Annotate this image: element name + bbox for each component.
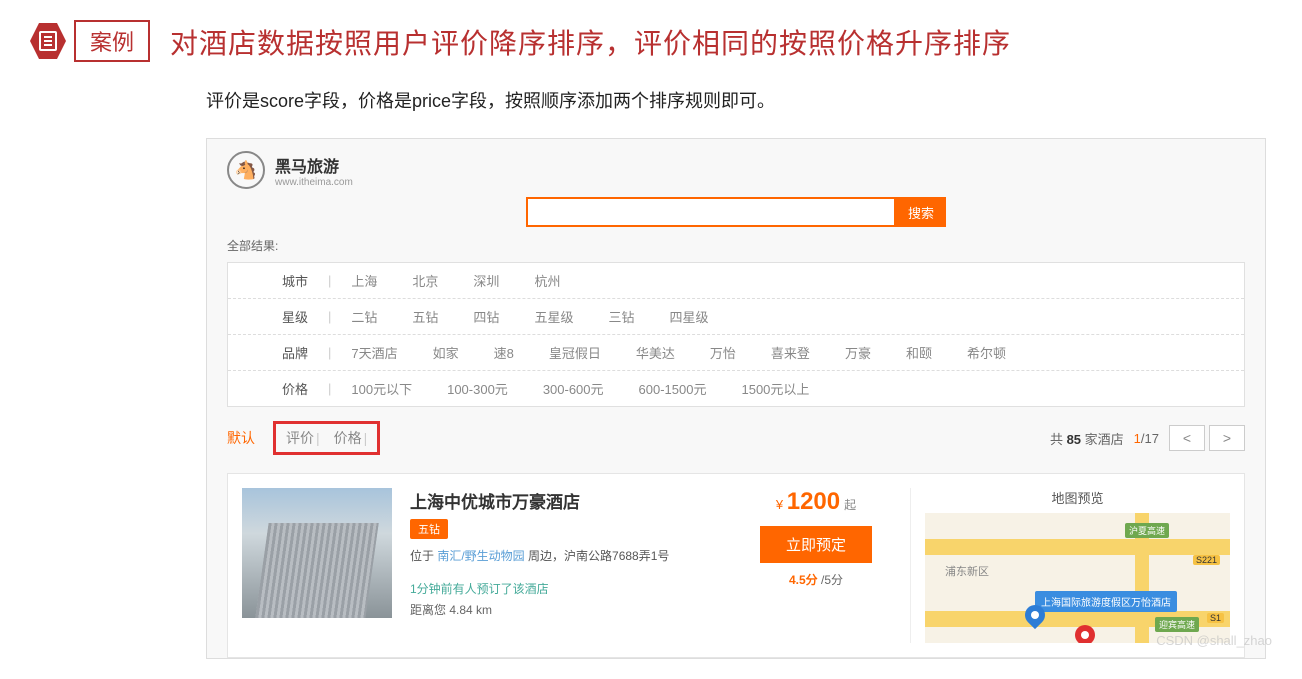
book-button[interactable]: 立即预定 — [760, 526, 872, 563]
filter-brand-item[interactable]: 万豪 — [845, 343, 871, 362]
filter-star-item[interactable]: 三钻 — [608, 307, 634, 326]
filter-star-label: 星级 — [228, 307, 328, 326]
page-title: 对酒店数据按照用户评价降序排序，评价相同的按照价格升序排序 — [170, 22, 1011, 62]
recent-booking: 1分钟前有人预订了该酒店 — [410, 580, 722, 597]
hotel-price: ¥ 1200起 — [760, 488, 872, 516]
site-domain: www.itheima.com — [275, 177, 353, 188]
map-road-yingbin: 迎宾高速 — [1155, 617, 1199, 632]
site-logo-icon: 🐴 — [227, 151, 265, 189]
filter-brand-item[interactable]: 如家 — [433, 343, 459, 362]
all-results-label: 全部结果: — [227, 237, 1245, 254]
case-hexagon-icon — [30, 23, 66, 59]
hotel-card: 上海中优城市万豪酒店 五钻 位于 南汇/野生动物园 周边，沪南公路7688弄1号… — [227, 473, 1245, 658]
case-badge: 案例 — [74, 20, 150, 62]
site-name: 黑马旅游 — [275, 153, 353, 177]
filter-brand-item[interactable]: 万怡 — [710, 343, 736, 362]
filter-star-item[interactable]: 四钻 — [473, 307, 499, 326]
filter-brand-item[interactable]: 皇冠假日 — [549, 343, 601, 362]
search-input[interactable] — [526, 197, 896, 227]
map-title: 地图预览 — [925, 488, 1230, 507]
filter-brand-item[interactable]: 7天酒店 — [351, 343, 397, 362]
filter-brand-label: 品牌 — [228, 343, 328, 362]
hotel-star-badge: 五钻 — [410, 519, 448, 539]
filter-brand-item[interactable]: 和颐 — [906, 343, 932, 362]
filter-star-item[interactable]: 二钻 — [351, 307, 377, 326]
map-road-huxia: 沪夏高速 — [1125, 523, 1169, 538]
filter-star-item[interactable]: 五钻 — [412, 307, 438, 326]
map-district-label: 浦东新区 — [945, 563, 989, 579]
filter-price-item[interactable]: 600-1500元 — [639, 379, 707, 398]
page-indicator: 1/17 — [1134, 431, 1159, 446]
result-count: 共 85 家酒店 — [1050, 429, 1124, 448]
map-popup-label: 上海国际旅游度假区万怡酒店 — [1035, 591, 1177, 612]
prev-page-button[interactable]: < — [1169, 425, 1205, 451]
filter-price-item[interactable]: 300-600元 — [543, 379, 604, 398]
app-panel: 🐴 黑马旅游 www.itheima.com 搜索 全部结果: 城市 | 上海 … — [206, 138, 1266, 659]
filter-price-item[interactable]: 100元以下 — [351, 379, 412, 398]
page-subtitle: 评价是score字段，价格是price字段，按照顺序添加两个排序规则即可。 — [206, 87, 1272, 113]
filter-city-item[interactable]: 北京 — [412, 271, 438, 290]
hotel-distance: 距离您 4.84 km — [410, 601, 722, 618]
filter-star-item[interactable]: 四星级 — [669, 307, 708, 326]
sort-default[interactable]: 默认 — [227, 428, 255, 448]
map-preview[interactable]: 浦东新区 沪夏高速 迎宾高速 S221 S1 上海国际旅游度假区万怡酒店 — [925, 513, 1230, 643]
hotel-image[interactable] — [242, 488, 392, 618]
filter-city-item[interactable]: 上海 — [351, 271, 377, 290]
search-button[interactable]: 搜索 — [896, 197, 946, 227]
map-sign-s1: S1 — [1207, 613, 1224, 623]
filter-brand-item[interactable]: 速8 — [494, 343, 514, 362]
filter-city-item[interactable]: 深圳 — [473, 271, 499, 290]
filter-star-item[interactable]: 五星级 — [534, 307, 573, 326]
filter-brand-item[interactable]: 希尔顿 — [967, 343, 1006, 362]
filter-price-item[interactable]: 100-300元 — [447, 379, 508, 398]
filter-price-item[interactable]: 1500元以上 — [741, 379, 809, 398]
filter-brand-item[interactable]: 华美达 — [636, 343, 675, 362]
hotel-location: 位于 南汇/野生动物园 周边，沪南公路7688弄1号 — [410, 547, 722, 564]
sort-highlight-box: 评价| 价格| — [273, 421, 380, 455]
sort-by-rating[interactable]: 评价| — [286, 428, 320, 448]
filter-brand-item[interactable]: 喜来登 — [771, 343, 810, 362]
filter-city-label: 城市 — [228, 271, 328, 290]
next-page-button[interactable]: > — [1209, 425, 1245, 451]
watermark: CSDN @shall_zhao — [1156, 633, 1272, 648]
filter-city-item[interactable]: 杭州 — [534, 271, 560, 290]
hotel-rating: 4.5分 /5分 — [760, 571, 872, 588]
hotel-name[interactable]: 上海中优城市万豪酒店 — [410, 488, 722, 513]
filter-panel: 城市 | 上海 北京 深圳 杭州 星级 | 二钻 五钻 四钻 五星级 三钻 四星… — [227, 262, 1245, 407]
sort-by-price[interactable]: 价格| — [334, 428, 368, 448]
map-sign-s221: S221 — [1193, 555, 1220, 565]
filter-price-label: 价格 — [228, 379, 328, 398]
